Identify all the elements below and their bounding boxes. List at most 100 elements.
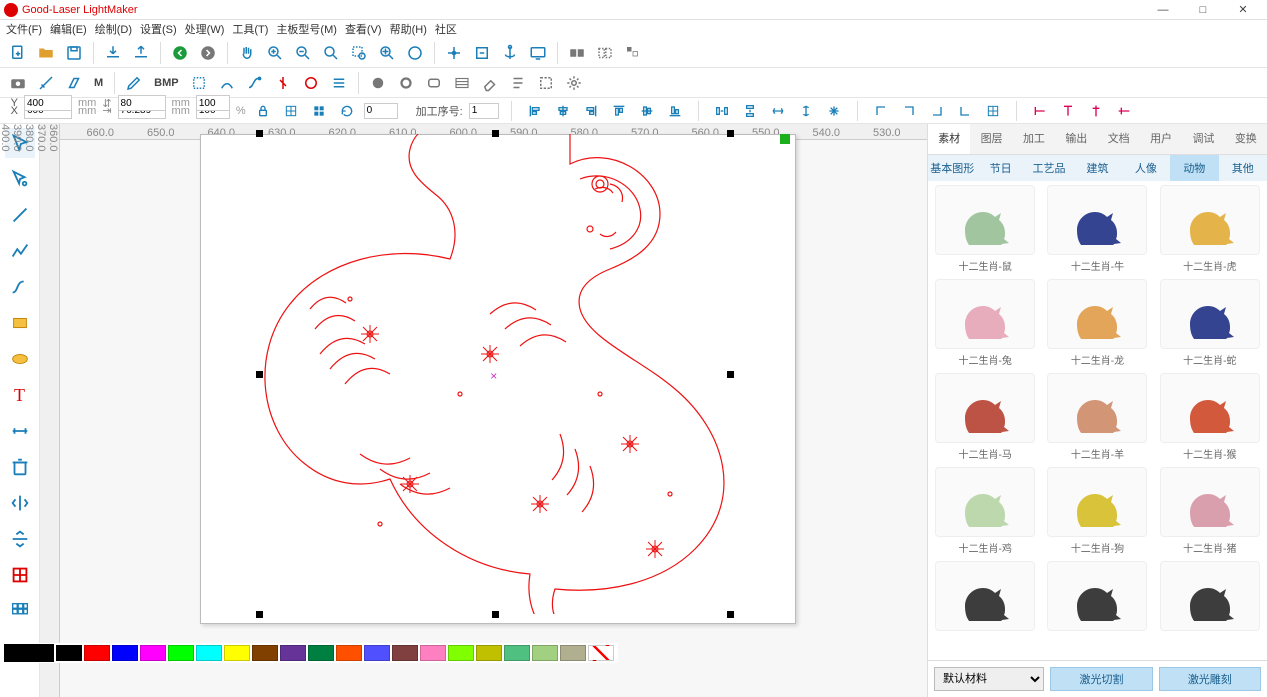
camera-button[interactable] xyxy=(6,71,30,95)
measure-button[interactable] xyxy=(34,71,58,95)
rotate-input[interactable] xyxy=(364,103,398,119)
y-input[interactable] xyxy=(24,95,72,111)
fill-circle-button[interactable] xyxy=(366,71,390,95)
same-width-button[interactable] xyxy=(767,100,789,122)
tab-debug[interactable]: 调试 xyxy=(1182,124,1224,154)
close-button[interactable]: ✕ xyxy=(1223,0,1263,20)
align-text-button[interactable] xyxy=(506,71,530,95)
swatch[interactable] xyxy=(476,645,502,661)
menu-file[interactable]: 文件(F) xyxy=(6,21,42,37)
menu-process[interactable]: 处理(W) xyxy=(185,21,225,37)
import-button[interactable] xyxy=(101,41,125,65)
array-button[interactable] xyxy=(621,41,645,65)
cut-path-button[interactable] xyxy=(271,71,295,95)
swatch[interactable] xyxy=(224,645,250,661)
rounded-rect-button[interactable] xyxy=(422,71,446,95)
origin-button[interactable] xyxy=(442,41,466,65)
mirror-h-button[interactable] xyxy=(1085,100,1107,122)
dist-v-button[interactable] xyxy=(739,100,761,122)
align-top-button[interactable] xyxy=(608,100,630,122)
curve-button[interactable] xyxy=(243,71,267,95)
dist-h-button[interactable] xyxy=(711,100,733,122)
swatch[interactable] xyxy=(532,645,558,661)
asset-item[interactable]: 十二生肖-鼠 xyxy=(932,185,1038,273)
cat-craft[interactable]: 工艺品 xyxy=(1025,155,1073,181)
asset-item[interactable]: 十二生肖-虎 xyxy=(1157,185,1263,273)
zoom-page-button[interactable] xyxy=(403,41,427,65)
asset-item[interactable]: 十二生肖-猪 xyxy=(1157,467,1263,555)
menu-community[interactable]: 社区 xyxy=(435,21,457,37)
edit-node-button[interactable] xyxy=(215,71,239,95)
asset-item[interactable]: 十二生肖-羊 xyxy=(1044,373,1150,461)
hatch-button[interactable] xyxy=(450,71,474,95)
handle-mr[interactable] xyxy=(727,371,734,378)
swatch[interactable] xyxy=(448,645,474,661)
asset-grid[interactable]: 十二生肖-鼠十二生肖-牛十二生肖-虎十二生肖-兔十二生肖-龙十二生肖-蛇十二生肖… xyxy=(928,181,1267,660)
zoom-select-button[interactable] xyxy=(347,41,371,65)
swatch[interactable] xyxy=(504,645,530,661)
circle-outline-button[interactable] xyxy=(299,71,323,95)
monitor-button[interactable] xyxy=(526,41,550,65)
swatch-none[interactable] xyxy=(588,645,614,661)
swatch-current[interactable] xyxy=(4,644,54,662)
bmp-button[interactable]: BMP xyxy=(150,71,182,95)
corner-br-button[interactable] xyxy=(926,100,948,122)
minimize-button[interactable]: — xyxy=(1143,0,1183,20)
list-button[interactable] xyxy=(327,71,351,95)
same-height-button[interactable] xyxy=(795,100,817,122)
corner-tl-button[interactable] xyxy=(870,100,892,122)
cat-people[interactable]: 人像 xyxy=(1122,155,1170,181)
redo-button[interactable] xyxy=(196,41,220,65)
menu-board[interactable]: 主板型号(M) xyxy=(276,21,337,37)
rotate-button[interactable] xyxy=(336,100,358,122)
tab-process[interactable]: 加工 xyxy=(1013,124,1055,154)
cat-holiday[interactable]: 节日 xyxy=(976,155,1024,181)
zoom-out-button[interactable] xyxy=(291,41,315,65)
material-select[interactable]: 默认材料 xyxy=(934,667,1044,691)
asset-item[interactable]: 十二生肖-兔 xyxy=(932,279,1038,367)
swatch[interactable] xyxy=(56,645,82,661)
same-size-button[interactable] xyxy=(823,100,845,122)
swatch[interactable] xyxy=(168,645,194,661)
asset-item[interactable] xyxy=(932,561,1038,634)
swatch[interactable] xyxy=(420,645,446,661)
anchor-button[interactable] xyxy=(498,41,522,65)
text-M-button[interactable]: M xyxy=(90,71,107,95)
distribute-button[interactable] xyxy=(593,41,617,65)
new-file-button[interactable] xyxy=(6,41,30,65)
eraser-button[interactable] xyxy=(478,71,502,95)
lock-aspect-button[interactable] xyxy=(252,100,274,122)
swatch[interactable] xyxy=(364,645,390,661)
handle-bm[interactable] xyxy=(492,611,499,618)
tab-material[interactable]: 素材 xyxy=(928,124,970,154)
menu-view[interactable]: 查看(V) xyxy=(345,21,382,37)
menu-help[interactable]: 帮助(H) xyxy=(390,21,427,37)
align-right-button[interactable] xyxy=(580,100,602,122)
menu-tools[interactable]: 工具(T) xyxy=(232,21,268,37)
swatch[interactable] xyxy=(280,645,306,661)
open-file-button[interactable] xyxy=(34,41,58,65)
canvas[interactable]: 660.0650.0640.0630.0620.0610.0600.0590.0… xyxy=(60,124,927,697)
tab-doc[interactable]: 文档 xyxy=(1098,124,1140,154)
grid-button[interactable] xyxy=(982,100,1004,122)
tab-user[interactable]: 用户 xyxy=(1140,124,1182,154)
handle-ml[interactable] xyxy=(256,371,263,378)
mirror-v-button[interactable] xyxy=(1113,100,1135,122)
bounds-button[interactable] xyxy=(187,71,211,95)
maximize-button[interactable]: □ xyxy=(1183,0,1223,20)
group-align-button[interactable] xyxy=(565,41,589,65)
tab-layer[interactable]: 图层 xyxy=(970,124,1012,154)
asset-item[interactable]: 十二生肖-龙 xyxy=(1044,279,1150,367)
cat-building[interactable]: 建筑 xyxy=(1073,155,1121,181)
swatch[interactable] xyxy=(392,645,418,661)
menu-settings[interactable]: 设置(S) xyxy=(140,21,177,37)
corner-bl-button[interactable] xyxy=(954,100,976,122)
handle-tr[interactable] xyxy=(727,130,734,137)
handle-br[interactable] xyxy=(727,611,734,618)
anchor-grid-button[interactable] xyxy=(280,100,302,122)
zoom-all-button[interactable] xyxy=(375,41,399,65)
handle-tl[interactable] xyxy=(256,130,263,137)
gear-button[interactable] xyxy=(562,71,586,95)
skew-button[interactable] xyxy=(62,71,86,95)
handle-tm[interactable] xyxy=(492,130,499,137)
